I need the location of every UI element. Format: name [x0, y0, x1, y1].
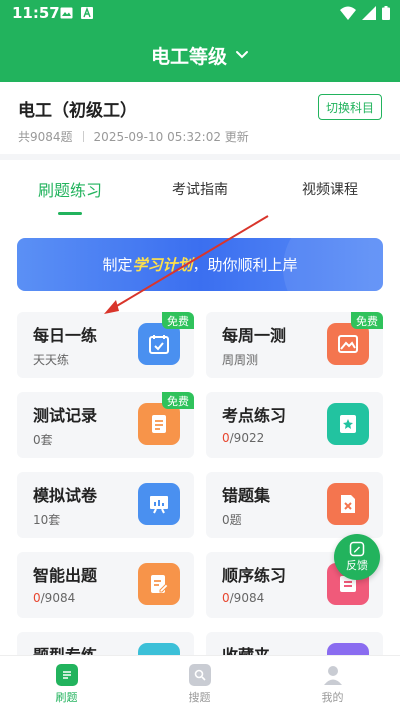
app-header[interactable]: 电工等级: [0, 28, 400, 82]
tab-video-course[interactable]: 视频课程: [260, 160, 400, 218]
feedback-label: 反馈: [346, 559, 368, 572]
card-title: 模拟试卷: [33, 486, 98, 505]
chevron-down-icon[interactable]: [235, 50, 249, 60]
wifi-icon: [340, 6, 356, 20]
nav-search[interactable]: 搜题: [133, 656, 266, 711]
banner-suffix: ，助你顺利上岸: [192, 256, 298, 274]
feedback-button[interactable]: 反馈: [334, 534, 380, 580]
card-subtitle: 天天练: [33, 353, 70, 367]
tab-bar: 刷题练习 考试指南 视频课程: [0, 160, 400, 218]
question-type-practice-card[interactable]: 题型专练: [17, 632, 194, 655]
card-title: 测试记录: [33, 406, 98, 425]
category-icon: [138, 643, 180, 655]
card-title: 考点练习: [222, 406, 287, 425]
favorites-card[interactable]: 收藏夹: [206, 632, 383, 655]
image-icon: [60, 7, 73, 19]
free-badge: 免费: [351, 312, 383, 329]
smart-question-card[interactable]: 智能出题 0/9084: [17, 552, 194, 618]
banner-decoration: [283, 238, 383, 291]
star-badge-icon: [327, 403, 369, 445]
practice-doc-icon: [55, 663, 78, 686]
tab-practice[interactable]: 刷题练习: [0, 160, 140, 218]
wrong-questions-card[interactable]: 错题集 0题: [206, 472, 383, 538]
subject-meta: 共9084题 2025-09-10 05:32:02 更新: [18, 128, 249, 145]
edit-document-icon: [138, 563, 180, 605]
key-point-practice-card[interactable]: 考点练习 0/9022: [206, 392, 383, 458]
signal-icon: [362, 6, 376, 20]
progress-total: /9022: [229, 431, 265, 445]
nav-practice[interactable]: 刷题: [0, 656, 133, 711]
card-title: 每日一练: [33, 326, 98, 345]
progress-total: /9084: [229, 591, 265, 605]
chart-board-icon: [138, 483, 180, 525]
banner-highlight: 学习计划: [132, 256, 193, 274]
mock-exam-card[interactable]: 模拟试卷 10套: [17, 472, 194, 538]
feedback-edit-icon: [349, 541, 365, 557]
nav-label: 刷题: [55, 690, 78, 704]
bottom-nav: 刷题 搜题 我的: [0, 655, 400, 711]
tab-exam-guide[interactable]: 考试指南: [130, 160, 270, 218]
subject-name: 电工（初级工）: [18, 101, 137, 121]
nav-label: 搜题: [188, 690, 211, 704]
switch-subject-button[interactable]: 切换科目: [317, 94, 382, 120]
free-badge: 免费: [162, 392, 194, 409]
card-title: 智能出题: [33, 566, 98, 585]
card-subtitle: 0题: [222, 513, 242, 527]
tab-indicator: [58, 212, 82, 215]
banner-prefix: 制定: [102, 256, 133, 274]
card-title: 错题集: [222, 486, 271, 505]
card-subtitle: 10套: [33, 513, 61, 527]
test-record-card[interactable]: 测试记录 0套 免费: [17, 392, 194, 458]
card-title: 每周一测: [222, 326, 287, 345]
progress-total: /9084: [40, 591, 76, 605]
question-count: 共9084题: [18, 130, 73, 144]
nav-profile[interactable]: 我的: [266, 656, 399, 711]
progress-done: 0: [33, 591, 41, 605]
user-icon: [322, 664, 344, 686]
update-time: 2025-09-10 05:32:02 更新: [93, 130, 249, 144]
card-subtitle: 周周测: [222, 353, 259, 367]
text-a-icon: [81, 7, 93, 19]
card-title: 收藏夹: [222, 642, 270, 655]
battery-icon: [382, 6, 390, 20]
meta-divider: [82, 131, 84, 142]
progress-done: 0: [222, 431, 230, 445]
card-title: 题型专练: [33, 642, 97, 655]
free-badge: 免费: [162, 312, 194, 329]
weekly-test-card[interactable]: 每周一测 周周测 免费: [206, 312, 383, 378]
document-icon: [138, 403, 180, 445]
search-question-icon: [188, 663, 211, 686]
calendar-check-icon: [138, 323, 180, 365]
subject-card: 电工（初级工） 共9084题 2025-09-10 05:32:02 更新 切换…: [0, 82, 400, 154]
status-bar: 11:57: [0, 0, 400, 28]
card-progress: 0/9084: [222, 591, 264, 605]
progress-done: 0: [222, 591, 230, 605]
bookmark-icon: [327, 643, 369, 655]
status-time: 11:57: [12, 4, 60, 22]
card-progress: 0/9022: [222, 431, 264, 445]
nav-label: 我的: [321, 690, 344, 704]
error-file-icon: [327, 483, 369, 525]
main-content: 制定 学习计划 ，助你顺利上岸 每日一练 天天练 免费 每周一测 周周测 免费 …: [0, 218, 400, 655]
level-title[interactable]: 电工等级: [151, 42, 227, 69]
daily-practice-card[interactable]: 每日一练 天天练 免费: [17, 312, 194, 378]
study-plan-banner[interactable]: 制定 学习计划 ，助你顺利上岸: [17, 238, 383, 291]
picture-icon: [327, 323, 369, 365]
card-progress: 0/9084: [33, 591, 75, 605]
card-subtitle: 0套: [33, 433, 53, 447]
card-title: 顺序练习: [222, 566, 287, 585]
